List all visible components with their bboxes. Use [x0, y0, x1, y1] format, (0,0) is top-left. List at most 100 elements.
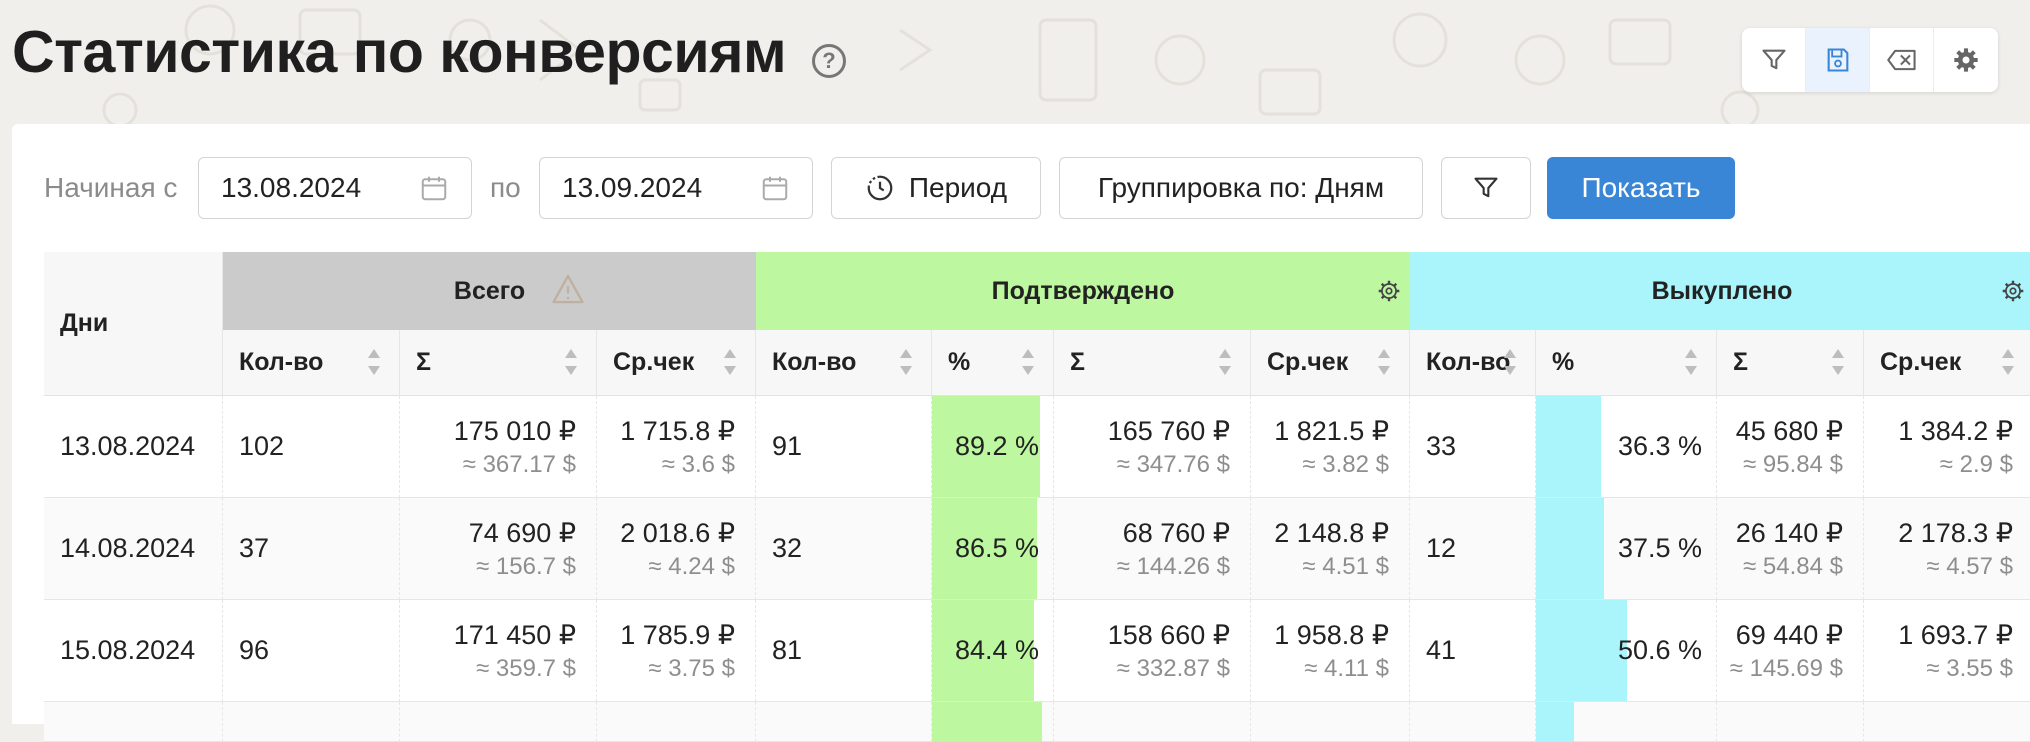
total-avg: 2 018.6 ₽ — [620, 517, 735, 548]
date-to-field[interactable]: 13.09.2024 — [539, 157, 813, 219]
column-header-label: Кол-во — [772, 348, 857, 376]
day-cell: 13.08.2024 — [44, 396, 223, 498]
column-header-label: Σ — [1733, 348, 1749, 376]
bought-avg-usd: ≈ 4.57 $ — [1926, 552, 2013, 580]
filter-tool-button[interactable] — [1742, 28, 1806, 92]
settings-tool-button[interactable] — [1934, 28, 1998, 92]
total-count: 37 — [239, 533, 270, 563]
date-from-value: 13.08.2024 — [221, 172, 362, 203]
group-header-1: Подтверждено — [756, 252, 1410, 330]
calendar-icon — [421, 176, 447, 201]
confirmed-avg-usd: ≈ 4.11 $ — [1304, 654, 1389, 682]
sort-icon[interactable] — [723, 346, 737, 378]
sort-icon[interactable] — [564, 346, 578, 378]
confirmed-avg-cell: 1 958.8 ₽ ≈ 4.11 $ — [1251, 600, 1410, 702]
date-to-value: 13.09.2024 — [562, 172, 703, 203]
day-cell: 14.08.2024 — [44, 498, 223, 600]
column-header-label: % — [1552, 348, 1575, 376]
column-header-label: Кол-во — [239, 348, 324, 376]
show-button[interactable]: Показать — [1547, 157, 1735, 219]
bought-pct-cell: 37.5 % — [1536, 498, 1717, 600]
table-row-partial — [1410, 702, 1536, 742]
total-avg-cell: 2 018.6 ₽ ≈ 4.24 $ — [597, 498, 756, 600]
days-header[interactable]: Дни — [44, 252, 223, 396]
bought-pct-cell: 36.3 % — [1536, 396, 1717, 498]
table-row-partial — [223, 702, 400, 742]
column-header-label: Кол-во — [1426, 348, 1511, 376]
total-avg-usd: ≈ 3.6 $ — [661, 450, 735, 478]
sort-icon[interactable] — [1021, 346, 1035, 378]
confirmed-count: 91 — [772, 431, 803, 461]
gear-icon — [1954, 48, 1978, 72]
group-header-0: Всего — [223, 252, 756, 330]
confirmed-sum-cell: 165 760 ₽ ≈ 347.76 $ — [1054, 396, 1251, 498]
bought-sum-usd: ≈ 54.84 $ — [1743, 552, 1843, 580]
column-header-8[interactable]: Кол-во — [1410, 330, 1536, 396]
total-sum-cell: 74 690 ₽ ≈ 156.7 $ — [400, 498, 597, 600]
table-row-partial — [756, 702, 932, 742]
column-header-2[interactable]: Σ — [400, 330, 597, 396]
confirmed-pct: 86.5 % — [954, 533, 1039, 563]
column-header-label: Ср.чек — [1880, 348, 1962, 376]
bought-pct-bar — [1536, 702, 1574, 742]
filter-bar: Начиная с 13.08.2024 по 13.09.2024 Перио… — [12, 124, 2030, 252]
confirmed-sum: 165 760 ₽ — [1107, 415, 1230, 446]
day-value: 13.08.2024 — [60, 431, 196, 461]
day-value: 14.08.2024 — [60, 533, 196, 563]
total-avg: 1 785.9 ₽ — [620, 619, 735, 650]
bought-sum: 45 680 ₽ — [1735, 415, 1843, 446]
column-header-4[interactable]: Кол-во — [756, 330, 932, 396]
bought-pct-cell: 50.6 % — [1536, 600, 1717, 702]
column-header-9[interactable]: % — [1536, 330, 1717, 396]
column-settings-gear-icon[interactable] — [1376, 278, 1402, 304]
column-header-7[interactable]: Ср.чек — [1251, 330, 1410, 396]
clock-icon — [867, 175, 893, 201]
day-value: 15.08.2024 — [60, 635, 196, 665]
sort-icon[interactable] — [899, 346, 913, 378]
bought-count: 33 — [1426, 431, 1457, 461]
grouping-button[interactable]: Группировка по: Дням — [1059, 157, 1423, 219]
bought-pct-bar — [1536, 600, 1628, 701]
table-row-partial — [400, 702, 597, 742]
column-header-1[interactable]: Кол-во — [223, 330, 400, 396]
bought-pct: 36.3 % — [1617, 431, 1702, 461]
table-row-partial — [1717, 702, 1864, 742]
column-header-10[interactable]: Σ — [1717, 330, 1864, 396]
column-settings-gear-icon[interactable] — [2000, 278, 2026, 304]
column-header-11[interactable]: Ср.чек — [1864, 330, 2030, 396]
bought-pct-bar — [1536, 396, 1602, 497]
sort-icon[interactable] — [1503, 346, 1517, 378]
sort-icon[interactable] — [2001, 346, 2015, 378]
save-tool-button[interactable] — [1806, 28, 1870, 92]
date-from-field[interactable]: 13.08.2024 — [198, 157, 472, 219]
confirmed-sum-cell: 68 760 ₽ ≈ 144.26 $ — [1054, 498, 1251, 600]
from-label: Начиная с — [44, 172, 178, 203]
sort-icon[interactable] — [1684, 346, 1698, 378]
confirmed-count: 32 — [772, 533, 803, 563]
clear-tool-button[interactable] — [1870, 28, 1934, 92]
total-sum-usd: ≈ 359.7 $ — [476, 654, 576, 682]
total-count: 96 — [239, 635, 270, 665]
bought-sum: 69 440 ₽ — [1735, 619, 1843, 650]
sort-icon[interactable] — [1831, 346, 1845, 378]
total-sum-cell: 175 010 ₽ ≈ 367.17 $ — [400, 396, 597, 498]
filter-button[interactable] — [1441, 157, 1531, 219]
bought-avg: 1 384.2 ₽ — [1898, 415, 2013, 446]
sort-icon[interactable] — [367, 346, 381, 378]
confirmed-pct: 84.4 % — [954, 635, 1039, 665]
column-header-3[interactable]: Ср.чек — [597, 330, 756, 396]
column-header-label: Σ — [1070, 348, 1086, 376]
period-button[interactable]: Период — [831, 157, 1041, 219]
total-sum: 74 690 ₽ — [468, 517, 576, 548]
bought-count-cell: 12 — [1410, 498, 1536, 600]
sort-icon[interactable] — [1218, 346, 1232, 378]
warning-icon[interactable] — [550, 273, 586, 305]
group-header-2: Выкуплено — [1410, 252, 2030, 330]
total-count-cell: 37 — [223, 498, 400, 600]
column-header-5[interactable]: % — [932, 330, 1054, 396]
confirmed-sum-usd: ≈ 144.26 $ — [1116, 552, 1230, 580]
save-icon — [1827, 48, 1848, 72]
column-header-6[interactable]: Σ — [1054, 330, 1251, 396]
help-icon[interactable]: ? — [812, 44, 846, 78]
sort-icon[interactable] — [1377, 346, 1391, 378]
